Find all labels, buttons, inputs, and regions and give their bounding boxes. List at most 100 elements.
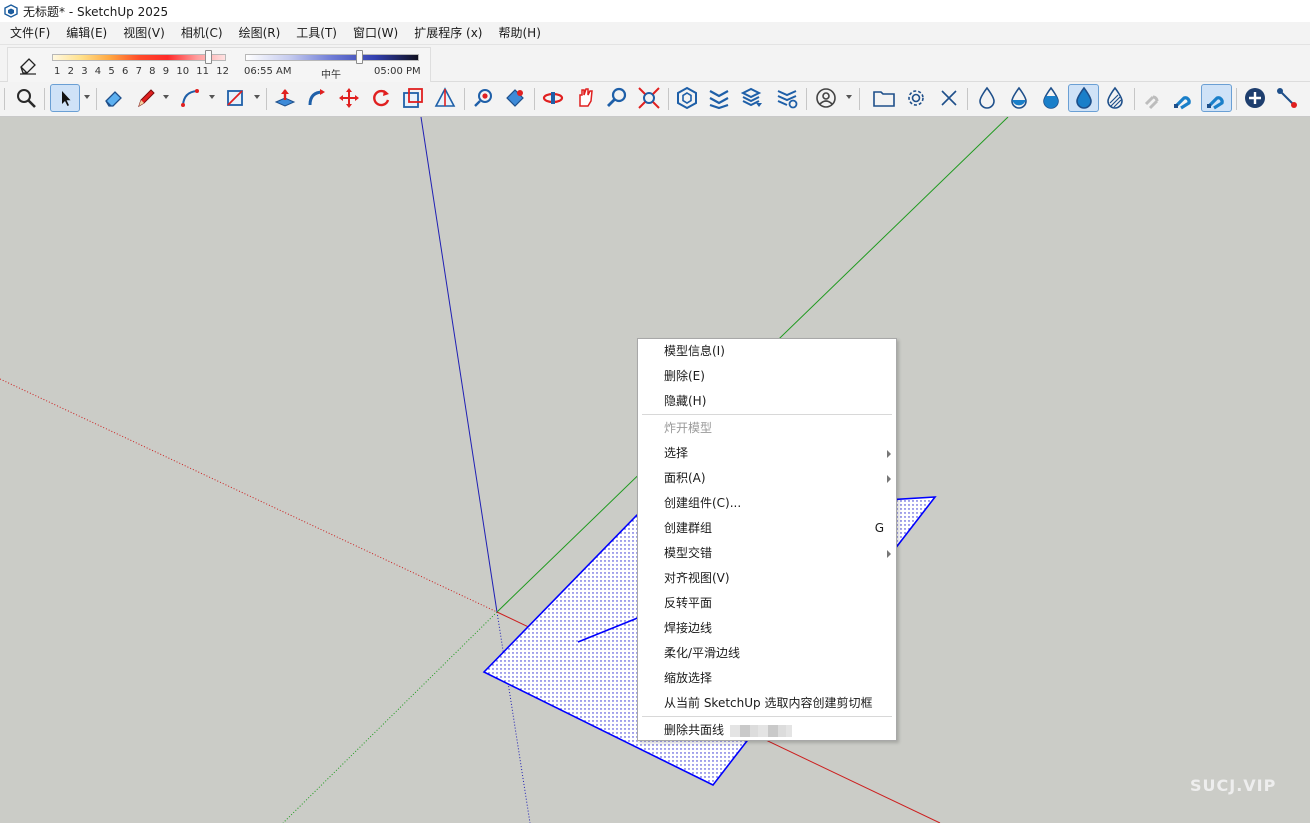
- time-slider-thumb[interactable]: [355, 50, 363, 64]
- paint-icon[interactable]: [469, 84, 497, 112]
- menu-help[interactable]: 帮助(H): [489, 22, 547, 44]
- menu-camera[interactable]: 相机(C): [172, 22, 230, 44]
- month-tick-label: 5: [108, 66, 115, 77]
- menu-item-label: 隐藏(H): [664, 394, 707, 408]
- menu-model-info[interactable]: 模型信息(I): [638, 339, 896, 364]
- menu-item-label: 反转平面: [664, 596, 713, 610]
- magnet-disabled-icon[interactable]: [1138, 84, 1166, 112]
- month-tick-label: 7: [135, 66, 142, 77]
- orbit-icon[interactable]: [539, 84, 567, 112]
- eraser-icon[interactable]: [100, 84, 128, 112]
- drop-active-icon[interactable]: [1068, 84, 1099, 112]
- select-tool-icon[interactable]: [50, 84, 80, 112]
- menu-delete-coplanar-edges[interactable]: 删除共面线: [638, 718, 896, 743]
- zoom-window-icon[interactable]: [635, 84, 663, 112]
- close-icon[interactable]: [935, 84, 963, 112]
- menu-area[interactable]: 面积(A): [638, 466, 896, 491]
- month-slider[interactable]: [52, 54, 226, 61]
- menu-delete[interactable]: 删除(E): [638, 364, 896, 389]
- scale-icon[interactable]: [399, 84, 427, 112]
- menu-make-component[interactable]: 创建组件(C)...: [638, 491, 896, 516]
- menu-zoom-selection[interactable]: 缩放选择: [638, 666, 896, 691]
- menu-create-clipping-box[interactable]: 从当前 SketchUp 选取内容创建剪切框: [638, 691, 896, 716]
- magnet-active-icon[interactable]: [1201, 84, 1232, 112]
- pencil-line-icon[interactable]: [132, 84, 160, 112]
- follow-me-icon[interactable]: [303, 84, 331, 112]
- layers-send-icon[interactable]: [738, 84, 766, 112]
- month-tick-label: 4: [94, 66, 102, 77]
- menu-view[interactable]: 视图(V): [114, 22, 172, 44]
- add-circle-icon[interactable]: [1241, 84, 1269, 112]
- menu-select[interactable]: 选择: [638, 441, 896, 466]
- menu-weld-edges[interactable]: 焊接边线: [638, 616, 896, 641]
- move-icon[interactable]: [335, 84, 363, 112]
- menu-item-label: 从当前 SketchUp 选取内容创建剪切框: [664, 696, 873, 710]
- shadow-toolbar: 1 2 3 4 5 6 7 8 9 10 11 12 06:55 AM 中午 05:00 PM: [0, 45, 1310, 83]
- month-tick-label: 9: [162, 66, 170, 77]
- menu-item-label: 创建群组: [664, 521, 713, 535]
- menu-item-label: 删除(E): [664, 369, 705, 383]
- toolbar-grip: [4, 88, 5, 110]
- magnet-icon[interactable]: [1170, 84, 1198, 112]
- account-icon[interactable]: [812, 84, 840, 112]
- warehouse-icon[interactable]: [673, 84, 701, 112]
- drop-filled-icon[interactable]: [1037, 84, 1065, 112]
- pan-icon[interactable]: [571, 84, 599, 112]
- paint-bucket-icon[interactable]: [501, 84, 529, 112]
- menu-item-label: 对齐视图(V): [664, 571, 730, 585]
- month-tick-label: 8: [149, 66, 156, 77]
- tape-measure-icon[interactable]: [431, 84, 459, 112]
- rotate-icon[interactable]: [367, 84, 395, 112]
- menu-window[interactable]: 窗口(W): [344, 22, 405, 44]
- month-ticks: 1 2 3 4 5 6 7 8 9 10 11 12: [54, 66, 229, 77]
- extension-warehouse-icon[interactable]: [705, 84, 733, 112]
- connect-line-icon[interactable]: [1273, 84, 1301, 112]
- menu-intersect-faces[interactable]: 模型交错: [638, 541, 896, 566]
- menu-extensions[interactable]: 扩展程序 (x): [405, 22, 489, 44]
- toolbar-separator: [266, 88, 267, 110]
- menu-file[interactable]: 文件(F): [0, 22, 57, 44]
- submenu-arrow-icon: [887, 475, 891, 483]
- menu-soften-edges[interactable]: 柔化/平滑边线: [638, 641, 896, 666]
- layers-settings-icon[interactable]: [773, 84, 801, 112]
- menu-tools[interactable]: 工具(T): [287, 22, 344, 44]
- time-slider[interactable]: [245, 54, 419, 61]
- folder-icon[interactable]: [870, 84, 898, 112]
- shape-dropdown-icon[interactable]: [253, 93, 261, 101]
- zoom-extents-icon[interactable]: [12, 84, 40, 112]
- menu-make-group[interactable]: 创建群组 G: [638, 516, 896, 541]
- menu-item-label: 模型信息(I): [664, 344, 725, 358]
- month-slider-thumb[interactable]: [205, 50, 213, 64]
- select-dropdown-icon[interactable]: [83, 93, 91, 101]
- menu-align-view[interactable]: 对齐视图(V): [638, 566, 896, 591]
- menu-reverse-faces[interactable]: 反转平面: [638, 591, 896, 616]
- account-dropdown-icon[interactable]: [845, 93, 853, 101]
- zoom-icon[interactable]: [603, 84, 631, 112]
- submenu-arrow-icon: [887, 550, 891, 558]
- arc-dropdown-icon[interactable]: [208, 93, 216, 101]
- redacted-text: [730, 724, 793, 737]
- menu-draw[interactable]: 绘图(R): [230, 22, 288, 44]
- month-tick-label: 1: [54, 66, 61, 77]
- sketchup-logo-icon: [4, 4, 18, 18]
- menu-explode-model: 炸开模型: [638, 416, 896, 441]
- drop-half-icon[interactable]: [1005, 84, 1033, 112]
- menu-item-label: 模型交错: [664, 546, 713, 560]
- menu-bar: 文件(F) 编辑(E) 视图(V) 相机(C) 绘图(R) 工具(T) 窗口(W…: [0, 22, 1310, 45]
- drop-outline-icon[interactable]: [973, 84, 1001, 112]
- menu-item-label: 选择: [664, 446, 689, 460]
- rectangle-icon[interactable]: [221, 84, 249, 112]
- menu-hide[interactable]: 隐藏(H): [638, 389, 896, 414]
- toolbar-separator: [1134, 88, 1135, 110]
- shadow-toggle-icon[interactable]: [18, 55, 38, 75]
- drop-hatched-icon[interactable]: [1101, 84, 1129, 112]
- push-pull-icon[interactable]: [271, 84, 299, 112]
- month-tick-label: 12: [216, 66, 229, 77]
- line-dropdown-icon[interactable]: [162, 93, 170, 101]
- toolbar-separator: [534, 88, 535, 110]
- toolbar-separator: [967, 88, 968, 110]
- arc-icon[interactable]: [176, 84, 204, 112]
- settings-icon[interactable]: [902, 84, 930, 112]
- menu-edit[interactable]: 编辑(E): [57, 22, 114, 44]
- toolbar-separator: [44, 88, 45, 110]
